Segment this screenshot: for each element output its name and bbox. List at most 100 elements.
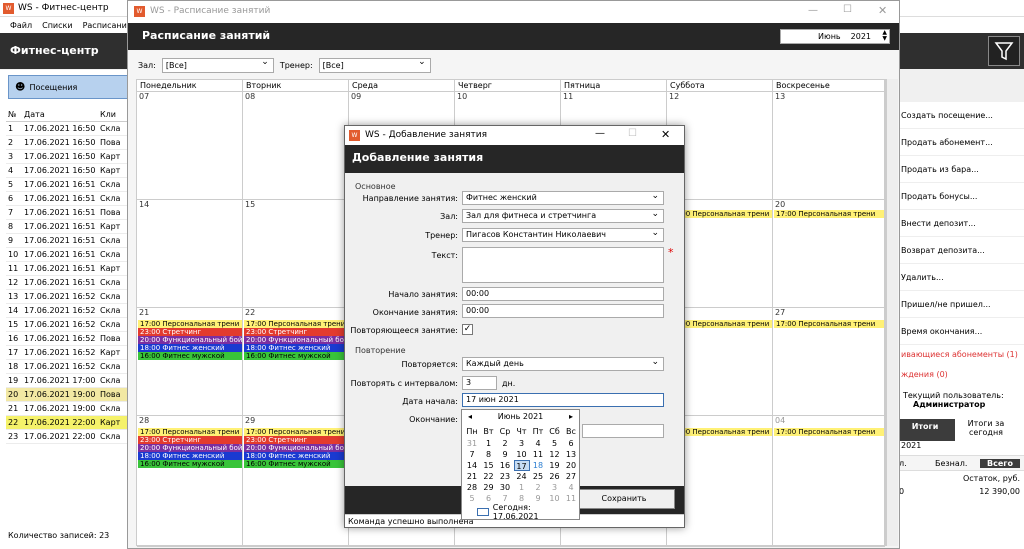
menu-lists[interactable]: Списки [42,21,72,30]
date-cell[interactable]: 2 [530,482,546,493]
date-cell[interactable]: 22 [481,471,497,482]
table-row[interactable]: 12 17.06.2021 16:51 Скла [6,276,130,290]
event-female[interactable]: 18:00 Фитнес женский [138,452,242,460]
scrollbar[interactable] [886,79,898,546]
event-female[interactable]: 18:00 Фитнес женский [244,452,348,460]
filter-button[interactable] [988,36,1020,66]
event-female[interactable]: 18:00 Фитнес женский [244,344,348,352]
col-noncash[interactable]: Безнал. [935,459,980,468]
date-cell[interactable]: 5 [464,493,480,504]
date-cell[interactable]: 15 [481,460,497,471]
date-cell[interactable]: 28 [464,482,480,493]
event-functional[interactable]: 20:00 Функциональный бой [244,336,348,344]
action-item[interactable]: Продать бонусы... [895,183,1024,210]
date-cell[interactable]: 18 [530,460,546,471]
date-cell[interactable]: 4 [563,482,579,493]
action-item[interactable]: Продать из бара... [895,156,1024,183]
date-cell[interactable]: 2 [497,438,513,449]
event-stretch[interactable]: 23:00 Стретчинг [244,328,348,336]
date-cell[interactable]: 8 [481,449,497,460]
table-row[interactable]: 19 17.06.2021 17:00 Скла [6,374,130,388]
date-cell[interactable]: 7 [464,449,480,460]
expiring-subs-link[interactable]: ивающиеся абонементы (1) [895,345,1024,365]
day-cell[interactable]: 08 [243,92,349,200]
col-cash[interactable]: л. [895,459,935,468]
table-row[interactable]: 13 17.06.2021 16:52 Скла [6,290,130,304]
repeat-checkbox[interactable]: ✓ [462,324,473,335]
table-row[interactable]: 20 17.06.2021 19:00 Пова [6,388,130,402]
event-male[interactable]: 16:00 Фитнес мужской [244,460,348,468]
table-row[interactable]: 16 17.06.2021 16:52 Пова [6,332,130,346]
date-cell[interactable]: 31 [464,438,480,449]
prev-month-icon[interactable]: ◂ [468,412,472,422]
today-link[interactable]: Сегодня: 17.06.2021 [477,503,577,521]
hall-filter[interactable]: [Все] [161,57,274,73]
table-row[interactable]: 21 17.06.2021 19:00 Скла [6,402,130,416]
action-item[interactable]: Создать посещение... [895,102,1024,129]
action-item[interactable]: Внести депозит... [895,210,1024,237]
menu-file[interactable]: Файл [10,21,32,30]
date-cell[interactable]: 1 [514,482,530,493]
table-row[interactable]: 8 17.06.2021 16:51 Карт [6,220,130,234]
date-cell[interactable]: 30 [497,482,513,493]
close-icon[interactable]: ✕ [661,128,670,141]
date-cell[interactable]: 3 [514,438,530,449]
col-number[interactable]: № [6,110,24,119]
date-cell[interactable]: 27 [563,471,579,482]
event-functional[interactable]: 20:00 Функциональный бой [244,444,348,452]
table-row[interactable]: 22 17.06.2021 22:00 Карт [6,416,130,430]
date-cell[interactable]: 10 [514,449,530,460]
maximize-icon[interactable]: ☐ [843,4,852,15]
date-cell[interactable]: 20 [563,460,579,471]
col-client[interactable]: Кли [100,110,130,119]
menu-schedule[interactable]: Расписание [83,21,132,30]
date-cell[interactable]: 29 [481,482,497,493]
minimize-icon[interactable]: — [595,128,605,139]
date-cell[interactable]: 24 [514,471,530,482]
day-cell[interactable]: 15 [243,200,349,308]
event-stretch[interactable]: 23:00 Стретчинг [138,436,242,444]
event-functional[interactable]: 20:00 Функциональный бой [138,444,242,452]
repeats-select[interactable]: Каждый день [462,357,664,371]
date-cell[interactable]: 17 [513,460,530,471]
day-cell[interactable]: 13 [773,92,885,200]
tab-totals-today[interactable]: Итоги за сегодня [955,419,1017,441]
table-row[interactable]: 4 17.06.2021 16:50 Карт [6,164,130,178]
action-item[interactable]: Удалить... [895,264,1024,291]
event-stretch[interactable]: 23:00 Стретчинг [244,436,348,444]
start-time-field[interactable]: 00:00 [462,287,664,301]
action-item[interactable]: Возврат депозита... [895,237,1024,264]
event-personal[interactable]: 17:00 Персональная трени [774,210,884,218]
month-selector[interactable]: Июнь 2021 ▲ ▼ [780,29,890,44]
date-cell[interactable]: 25 [530,471,546,482]
trainer-filter[interactable]: [Все] [318,57,431,73]
close-icon[interactable]: ✕ [878,4,887,17]
table-row[interactable]: 15 17.06.2021 16:52 Скла [6,318,130,332]
date-cell[interactable]: 14 [464,460,480,471]
table-row[interactable]: 10 17.06.2021 16:51 Скла [6,248,130,262]
table-row[interactable]: 17 17.06.2021 16:52 Карт [6,346,130,360]
direction-select[interactable]: Фитнес женский [462,191,664,205]
date-cell[interactable]: 5 [547,438,563,449]
day-cell[interactable]: 07 [137,92,243,200]
spin-icon[interactable]: ▲ ▼ [882,30,887,42]
table-row[interactable]: 2 17.06.2021 16:50 Пова [6,136,130,150]
save-button[interactable]: Сохранить [573,489,675,509]
event-stretch[interactable]: 23:00 Стретчинг [138,328,242,336]
table-row[interactable]: 3 17.06.2021 16:50 Карт [6,150,130,164]
action-item[interactable]: Продать абонемент... [895,129,1024,156]
date-cell[interactable]: 9 [497,449,513,460]
table-row[interactable]: 23 17.06.2021 22:00 Скла [6,430,130,444]
next-month-icon[interactable]: ▸ [569,412,573,422]
event-personal[interactable]: 17:00 Персональная трени [774,320,884,328]
event-male[interactable]: 16:00 Фитнес мужской [138,352,242,360]
text-field[interactable] [462,247,664,283]
tab-totals[interactable]: Итоги [895,419,955,441]
action-item[interactable]: Пришел/не пришел... [895,291,1024,318]
event-personal[interactable]: 17:00 Персональная трени [244,428,348,436]
table-row[interactable]: 18 17.06.2021 16:52 Скла [6,360,130,374]
date-cell[interactable]: 3 [547,482,563,493]
col-date[interactable]: Дата [24,110,100,119]
table-row[interactable]: 7 17.06.2021 16:51 Пова [6,206,130,220]
event-personal[interactable]: 17:00 Персональная трени [774,428,884,436]
